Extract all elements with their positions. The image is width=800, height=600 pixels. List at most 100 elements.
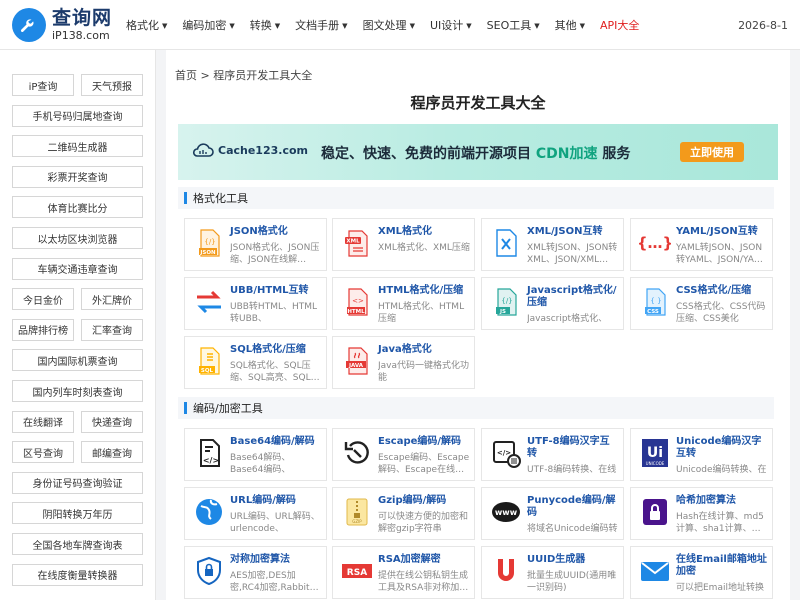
sidebar-item[interactable]: 邮编查询 (81, 441, 143, 464)
sidebar-item[interactable]: 快递查询 (81, 410, 143, 433)
svg-text:{/}: {/} (204, 238, 215, 246)
svg-text:{ }: { } (650, 297, 661, 305)
svg-text:RSA: RSA (347, 568, 367, 578)
tool-card-desc: UBB转HTML、HTML转UBB、UBB/HTML… (230, 302, 318, 324)
sidebar-item[interactable]: 手机号码归属地查询 (12, 104, 143, 127)
tool-card[interactable]: {/} JS Javascript格式化/压缩 Javascript格式化、Javas… (481, 277, 624, 330)
sidebar-item[interactable]: 阴阳转换万年历 (12, 502, 143, 525)
svg-text:JAVA: JAVA (348, 363, 364, 369)
tool-card[interactable]: URL编码/解码 URL编码、URL解码、urlencode、urldecode (184, 487, 327, 540)
tool-card-title[interactable]: Escape编码/解码 (378, 436, 470, 448)
tool-card[interactable]: </> Base64编码/解码 Base64解码、Base64编码、base64加密… (184, 428, 327, 481)
cdn-ad-banner[interactable]: Cache123.com 稳定、快速、免费的前端开源项目 CDN加速 服务 立即… (178, 124, 778, 180)
tool-card[interactable]: RSA RSA加密解密 提供在线公钥私钥生成工具及RSA非对称加… (332, 546, 475, 599)
tool-card-title[interactable]: UBB/HTML互转 (230, 285, 322, 297)
tool-card[interactable]: GZIP Gzip编码/解码 可以快速方便的加密和解密gzip字符串 (332, 487, 475, 540)
sidebar-item[interactable]: iP查询 (12, 74, 74, 96)
envelope-icon (639, 555, 671, 587)
tool-card-title[interactable]: JSON格式化 (230, 226, 322, 238)
gzip-zip-icon: GZIP (341, 496, 373, 528)
tool-card[interactable]: {…} YAML/JSON互转 YAML转JSON、JSON转YAML、JSON/Y… (630, 218, 773, 271)
tool-card-title[interactable]: RSA加密解密 (378, 554, 470, 566)
tool-card-title[interactable]: CSS格式化/压缩 (676, 285, 768, 297)
tool-card-title[interactable]: YAML/JSON互转 (676, 226, 768, 238)
tool-card-title[interactable]: 哈希加密算法 (676, 495, 768, 507)
tool-card-title[interactable]: URL编码/解码 (230, 495, 322, 507)
sidebar-item[interactable]: 全国各地车牌查询表 (12, 533, 143, 555)
use-now-button[interactable]: 立即使用 (680, 142, 744, 162)
nav-item[interactable]: UI设计 ▼ (430, 17, 472, 33)
site-logo[interactable]: 查询网 iP138.com (12, 8, 112, 42)
sidebar-item[interactable]: 在线翻译 (12, 410, 74, 433)
tool-card[interactable]: <> HTML HTML格式化/压缩 HTML格式化、HTML压缩 (332, 277, 475, 330)
banner-slogan: 稳定、快速、免费的前端开源项目 CDN加速 服务 (321, 146, 631, 162)
tool-card[interactable]: JAVA Java格式化 Java代码一键格式化功能 (332, 336, 475, 389)
nav-item[interactable]: 转换 ▼ (250, 17, 280, 33)
sidebar-item[interactable]: 车辆交通违章查询 (12, 257, 143, 280)
sidebar-item[interactable]: 二维码生成器 (12, 135, 143, 158)
tool-card-title[interactable]: Base64编码/解码 (230, 436, 322, 448)
sidebar-item[interactable]: 国内列车时刻表查询 (12, 380, 143, 402)
tool-card-title[interactable]: Javascript格式化/压缩 (527, 285, 619, 309)
sidebar-item[interactable]: 身份证号码查询验证 (12, 471, 143, 494)
tool-card[interactable]: UiUNICODEUnicode编码汉字互转Unicode编码转换、在线Unic… (630, 428, 773, 481)
tool-card[interactable]: { } CSS CSS格式化/压缩 CSS格式化、CSS代码压缩、CSS美化 (630, 277, 773, 330)
tool-card[interactable]: UUID生成器 批量生成UUID(通用唯一识别码) (481, 546, 624, 599)
tool-card-title[interactable]: UTF-8编码汉字互转 (527, 436, 619, 460)
tool-card[interactable]: SQL SQL格式化/压缩 SQL格式化、SQL压缩、SQL高亮、SQL… (184, 336, 327, 389)
nav-item[interactable]: 其他 ▼ (555, 17, 585, 33)
nav-item[interactable]: API大全 (600, 17, 639, 33)
tool-card-title[interactable]: UUID生成器 (527, 554, 619, 566)
sidebar-item[interactable]: 区号查询 (12, 441, 74, 464)
svg-text:JS: JS (499, 309, 506, 315)
tool-card-desc: YAML转JSON、JSON转YAML、JSON/YA… (676, 243, 763, 265)
nav-item[interactable]: 文档手册 ▼ (295, 17, 347, 33)
unicode-box-icon: Ui UNICODE (639, 437, 671, 469)
tool-card[interactable]: 在线Email邮箱地址加密可以把Email地址转换成Unicode编码格式,… (630, 546, 773, 599)
sidebar-item[interactable]: 外汇牌价 (81, 288, 143, 311)
tool-card[interactable]: Escape编码/解码 Escape编码、Escape解码、Escape在线… (332, 428, 475, 481)
tool-card-title[interactable]: 在线Email邮箱地址加密 (676, 554, 768, 578)
wrench-logo-icon (12, 8, 46, 42)
tool-card[interactable]: XML/JSON互转 XML转JSON、JSON转XML、JSON/XML… (481, 218, 624, 271)
nav-item[interactable]: 编码加密 ▼ (182, 17, 234, 33)
tool-card[interactable]: 哈希加密算法 Hash在线计算、md5计算、sha1计算、… (630, 487, 773, 540)
tool-card[interactable]: {/} JSON JSON格式化 JSON格式化、JSON压缩、JSON在线解… (184, 218, 327, 271)
tool-card-title[interactable]: Punycode编码/解码 (527, 495, 619, 519)
nav-item[interactable]: 格式化 ▼ (126, 17, 167, 33)
tool-card-title[interactable]: SQL格式化/压缩 (230, 344, 322, 356)
sidebar-item[interactable]: 品牌排行榜 (12, 318, 74, 341)
tool-card-title[interactable]: XML/JSON互转 (527, 226, 619, 238)
tool-card-title[interactable]: Unicode编码汉字互转 (676, 436, 768, 460)
tool-card[interactable]: www Punycode编码/解码将域名Unicode编码转换成为可用於DNS系… (481, 487, 624, 540)
svg-text:{/}: {/} (501, 297, 512, 305)
nav-item[interactable]: 图文处理 ▼ (363, 17, 415, 33)
sidebar-item[interactable]: 天气预报 (81, 74, 143, 96)
sidebar-item[interactable]: 国内国际机票查询 (12, 349, 143, 372)
sidebar-item[interactable]: 汇率查询 (81, 318, 143, 341)
sidebar-item[interactable]: 体育比赛比分 (12, 196, 143, 219)
tool-card-title[interactable]: XML格式化 (378, 226, 470, 238)
tool-card-title[interactable]: 对称加密算法 (230, 554, 322, 566)
section-accent (184, 192, 187, 204)
tool-card-title[interactable]: HTML格式化/压缩 (378, 285, 470, 297)
sidebar-item[interactable]: 彩票开奖查询 (12, 165, 143, 188)
sidebar-item[interactable]: 以太坊区块浏览器 (12, 227, 143, 249)
tool-card[interactable]: </> UTF-8编码汉字互转 UTF-8编码转换、在线UTF-8编码、utf8在… (481, 428, 624, 481)
tool-card-desc: URL编码、URL解码、urlencode、urldecode (230, 512, 320, 534)
tool-card[interactable]: 对称加密算法 AES加密,DES加密,RC4加密,Rabbit… (184, 546, 327, 599)
breadcrumb[interactable]: 首页 > 程序员开发工具大全 (175, 67, 312, 83)
js-file-icon: {/} JS (490, 286, 522, 318)
tool-card[interactable]: XML XML格式化 XML格式化、XML压缩 (332, 218, 475, 271)
sidebar-item[interactable]: 在线度衡量转换器 (12, 563, 143, 586)
tool-card[interactable]: UBB/HTML互转 UBB转HTML、HTML转UBB、UBB/HTML… (184, 277, 327, 330)
caret-down-icon: ▼ (466, 22, 472, 30)
tool-card-title[interactable]: Java格式化 (378, 344, 470, 356)
svg-text:www: www (495, 508, 518, 517)
sidebar-item[interactable]: 今日金价 (12, 288, 74, 311)
tool-card-title[interactable]: Gzip编码/解码 (378, 495, 470, 507)
svg-text:{…}: {…} (639, 234, 671, 252)
tool-card-desc: 将域名Unicode编码转换成为可用於DNS系… (527, 524, 618, 534)
hash-lock-icon (639, 496, 671, 528)
nav-item[interactable]: SEO工具 ▼ (487, 17, 540, 33)
